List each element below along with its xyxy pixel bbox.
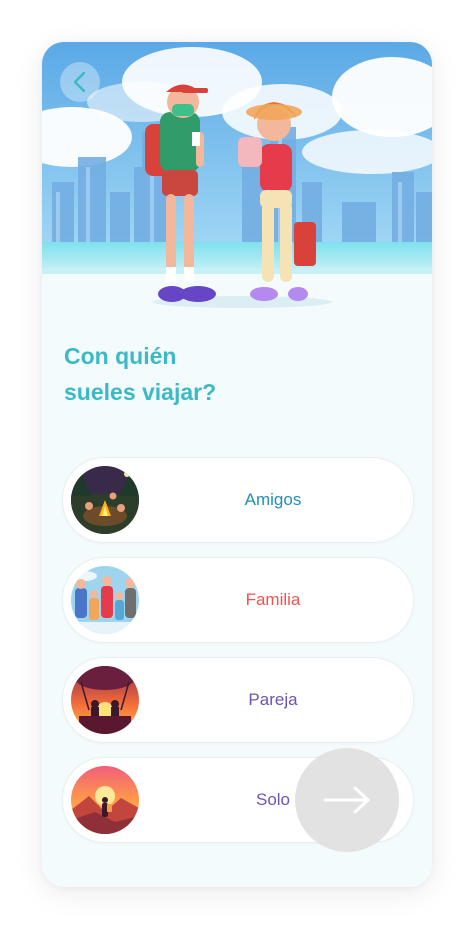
couple-balloon-image <box>71 666 139 734</box>
title-line-1: Con quién <box>64 343 177 369</box>
option-label: Pareja <box>248 690 298 709</box>
app-screen: Con quién sueles viajar? Amigos Familia … <box>42 42 432 887</box>
arrow-right-icon <box>323 786 370 814</box>
option-amigos[interactable]: Amigos <box>62 457 414 543</box>
solo-traveler-image <box>71 766 139 834</box>
option-label: Familia <box>245 590 301 609</box>
chevron-left-icon <box>73 71 86 93</box>
family-image <box>71 566 139 634</box>
option-pareja[interactable]: Pareja <box>62 657 414 743</box>
option-label: Amigos <box>244 490 302 509</box>
next-button[interactable] <box>295 748 399 852</box>
back-button[interactable] <box>60 62 100 102</box>
page-title: Con quién sueles viajar? <box>64 338 394 410</box>
title-line-2: sueles viajar? <box>64 379 217 405</box>
campfire-friends-image <box>71 466 139 534</box>
option-familia[interactable]: Familia <box>62 557 414 643</box>
travelers-illustration <box>42 42 432 342</box>
